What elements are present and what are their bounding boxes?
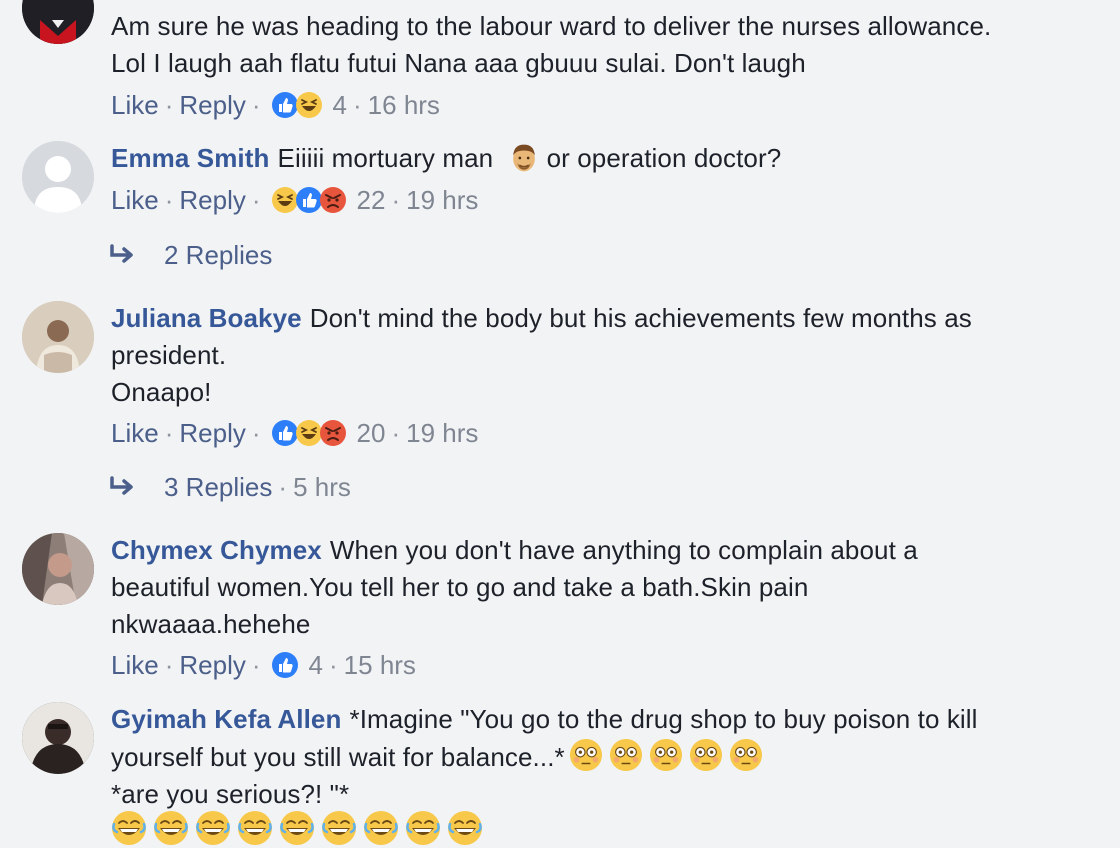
replies-count-link[interactable]: 2 Replies	[164, 240, 272, 271]
reaction-count: 4	[308, 649, 323, 680]
comment-timestamp[interactable]: 19 hrs	[406, 418, 478, 449]
laughing-face-icon	[321, 810, 357, 846]
comment-author[interactable]: Emma Smith	[111, 143, 270, 173]
reaction-summary[interactable]	[271, 419, 347, 447]
separator: ·	[353, 89, 362, 120]
comment-text: yourself but you still wait for balance.…	[111, 742, 565, 772]
comment-avatar[interactable]	[22, 702, 94, 774]
separator: ·	[164, 89, 174, 120]
comment-body: Gyimah Kefa Allen *Imagine "You go to the…	[111, 701, 1080, 813]
flushed-face-icon	[609, 738, 643, 772]
like-button[interactable]: Like	[111, 650, 159, 681]
comment-avatar[interactable]	[22, 0, 94, 44]
reply-button[interactable]: Reply	[179, 185, 245, 216]
comment-timestamp[interactable]: 16 hrs	[368, 90, 440, 121]
comment-actions: Like · Reply · 4 · 16 hrs	[111, 88, 440, 122]
separator: ·	[329, 649, 338, 680]
comment-body: Am sure he was heading to the labour war…	[111, 8, 1080, 82]
comment-text-line: Lol I laugh aah flatu futui Nana aaa gbu…	[111, 48, 806, 78]
comment-actions: Like · Reply · 4 · 15 hrs	[111, 648, 416, 682]
comment-timestamp[interactable]: 19 hrs	[406, 185, 478, 216]
view-replies[interactable]: 3 Replies · 5 hrs	[108, 469, 351, 505]
flushed-emoji-group	[569, 742, 769, 772]
separator: ·	[251, 649, 261, 680]
comment-text-line: president.	[111, 340, 227, 370]
comment-author[interactable]: Juliana Boakye	[111, 303, 302, 333]
separator: ·	[164, 649, 174, 680]
comment-text: Don't mind the body but his achievements…	[309, 303, 972, 333]
like-button[interactable]: Like	[111, 185, 159, 216]
reaction-count: 20	[356, 417, 386, 448]
flushed-face-icon	[689, 738, 723, 772]
like-button[interactable]: Like	[111, 418, 159, 449]
flushed-face-icon	[649, 738, 683, 772]
laughing-face-icon	[111, 810, 147, 846]
man-face-emoji-icon	[509, 143, 539, 173]
comment-avatar[interactable]	[22, 301, 94, 373]
comment-author[interactable]: Chymex Chymex	[111, 535, 322, 565]
reaction-summary[interactable]	[271, 651, 299, 679]
comment-text: When you don't have anything to complain…	[329, 535, 918, 565]
separator: ·	[391, 184, 401, 215]
reaction-summary[interactable]	[271, 186, 347, 214]
replies-timestamp: 5 hrs	[293, 471, 351, 502]
comment-text-line: Onaapo!	[111, 377, 212, 407]
comment-body: Chymex Chymex When you don't have anythin…	[111, 532, 1080, 643]
comment-thread: Am sure he was heading to the labour war…	[0, 0, 1120, 840]
reply-button[interactable]: Reply	[179, 650, 245, 681]
laughing-emoji-row	[111, 808, 489, 848]
angry-reaction-icon	[319, 186, 347, 214]
comment-timestamp[interactable]: 15 hrs	[344, 650, 416, 681]
laughing-face-icon	[363, 810, 399, 846]
comment-author[interactable]: Gyimah Kefa Allen	[111, 704, 341, 734]
separator: ·	[391, 417, 401, 448]
like-button[interactable]: Like	[111, 90, 159, 121]
haha-reaction-icon	[295, 91, 323, 119]
comment-text: or operation doctor?	[546, 143, 782, 173]
reply-button[interactable]: Reply	[179, 90, 245, 121]
comment-actions: Like · Reply · 22 · 19 hrs	[111, 183, 478, 217]
replies-count-link[interactable]: 3 Replies	[164, 472, 272, 503]
comment-body: Emma Smith Eiiiii mortuary man or operati…	[111, 140, 1080, 177]
laughing-face-icon	[279, 810, 315, 846]
comment-text-line: nkwaaaa.hehehe	[111, 609, 311, 639]
like-reaction-icon	[271, 651, 299, 679]
separator: ·	[251, 89, 261, 120]
laughing-face-icon	[447, 810, 483, 846]
reply-arrow-icon	[110, 476, 133, 495]
comment-text: Eiiiii mortuary man	[277, 143, 494, 173]
laughing-face-icon	[237, 810, 273, 846]
comment-avatar[interactable]	[22, 141, 94, 213]
comment-body: Juliana Boakye Don't mind the body but hi…	[111, 300, 1080, 411]
separator: ·	[251, 417, 261, 448]
comment-actions: Like · Reply · 20 · 19 hrs	[111, 416, 478, 450]
reaction-summary[interactable]	[271, 91, 323, 119]
reaction-count: 4	[332, 89, 347, 120]
view-replies[interactable]: 2 Replies	[108, 237, 272, 273]
comment-text-line: Am sure he was heading to the labour war…	[111, 11, 992, 41]
laughing-face-icon	[195, 810, 231, 846]
laughing-face-icon	[153, 810, 189, 846]
separator: ·	[278, 471, 288, 502]
separator: ·	[164, 417, 174, 448]
laughing-face-icon	[405, 810, 441, 846]
flushed-face-icon	[569, 738, 603, 772]
reply-button[interactable]: Reply	[179, 418, 245, 449]
comment-text: *Imagine "You go to the drug shop to buy…	[349, 704, 978, 734]
reply-arrow-icon	[110, 244, 133, 263]
comment-text-line: beautiful women.You tell her to go and t…	[111, 572, 809, 602]
reaction-count: 22	[356, 184, 386, 215]
separator: ·	[251, 184, 261, 215]
flushed-face-icon	[729, 738, 763, 772]
separator: ·	[164, 184, 174, 215]
angry-reaction-icon	[319, 419, 347, 447]
comment-avatar[interactable]	[22, 533, 94, 605]
